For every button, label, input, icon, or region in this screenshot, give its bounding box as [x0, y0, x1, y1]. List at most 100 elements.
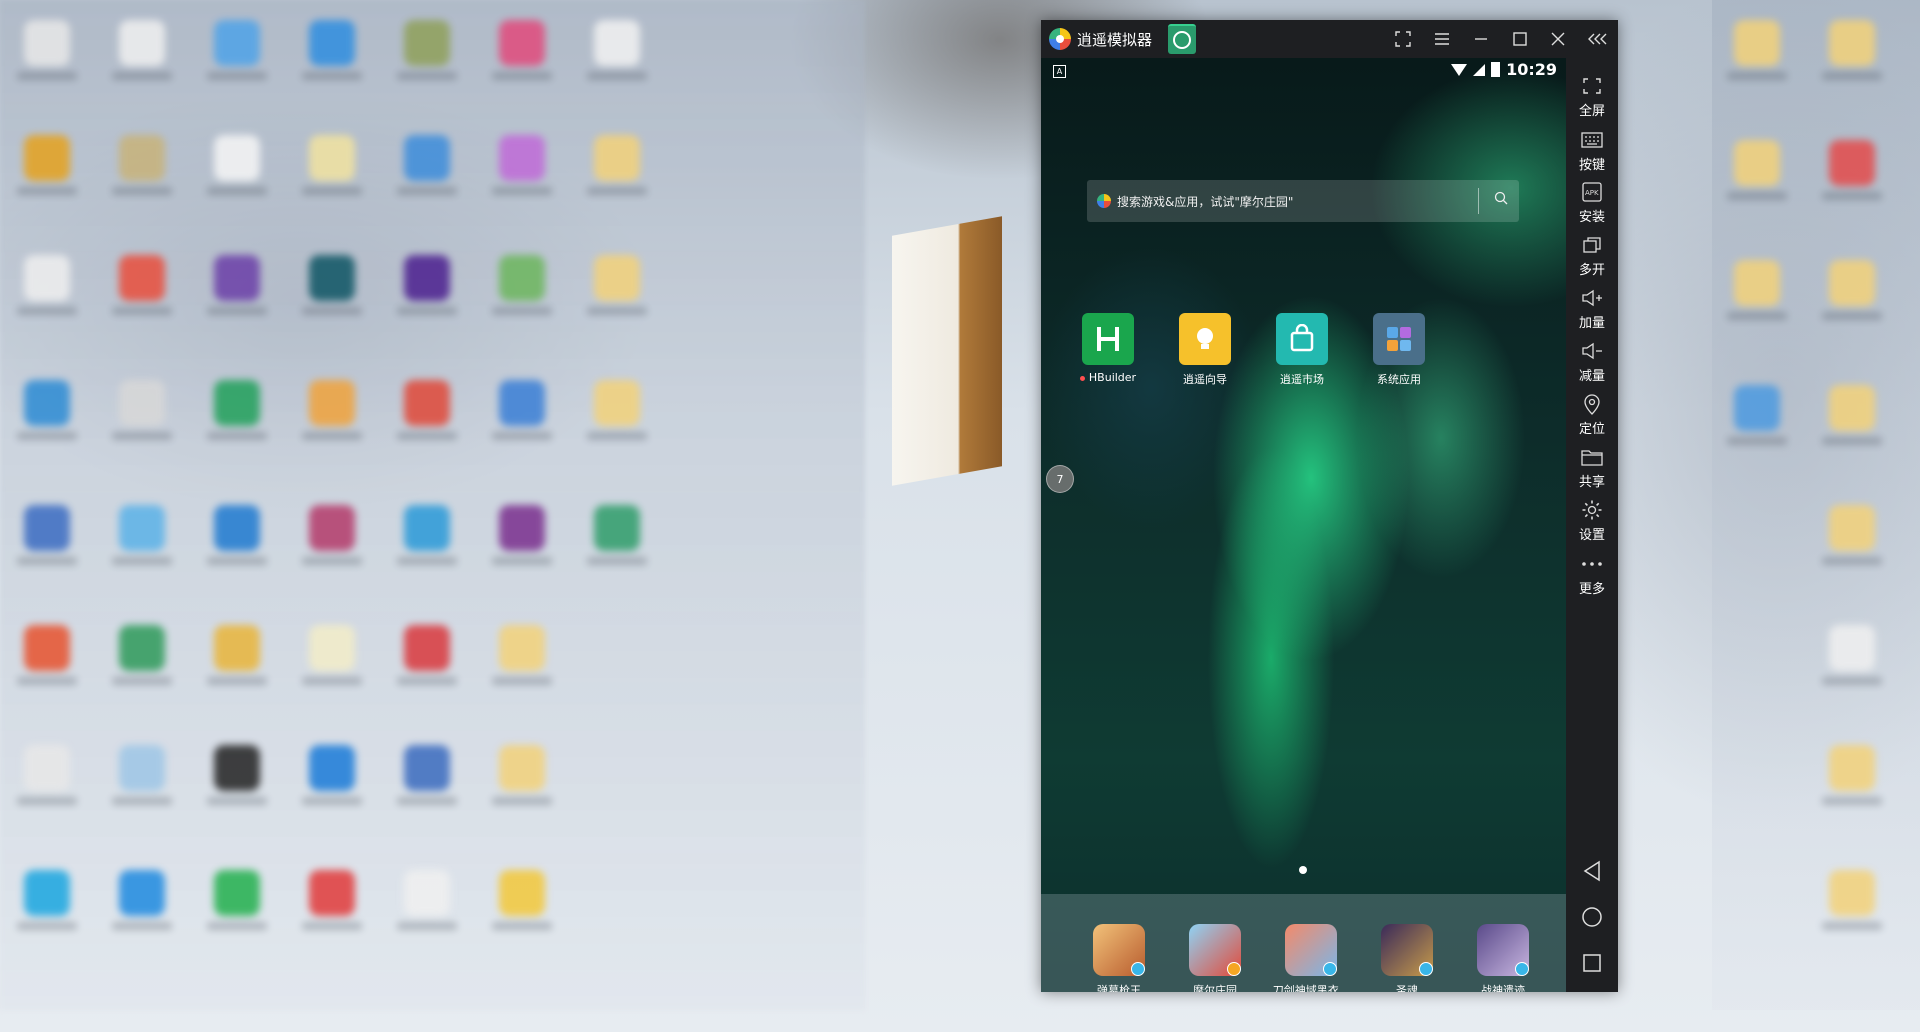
desktop-icon[interactable] — [105, 625, 179, 685]
desktop-icon[interactable] — [390, 20, 464, 80]
desktop-icon[interactable] — [390, 505, 464, 565]
emulator-tab[interactable] — [1168, 24, 1197, 54]
close-button[interactable] — [1541, 20, 1575, 58]
desktop-icon[interactable] — [10, 870, 84, 930]
sidebar-item-volume-up[interactable]: 加量 — [1566, 286, 1618, 331]
collapse-sidebar-button[interactable] — [1581, 20, 1615, 58]
desktop-icon[interactable] — [485, 380, 559, 440]
desktop-icon[interactable] — [10, 255, 84, 315]
desktop-icon[interactable] — [390, 135, 464, 195]
desktop-icon[interactable] — [390, 870, 464, 930]
desktop-icon[interactable] — [295, 135, 369, 195]
desktop-icon[interactable] — [105, 870, 179, 930]
search-button[interactable] — [1491, 191, 1511, 211]
desktop-icon[interactable] — [200, 135, 274, 195]
desktop-icon[interactable] — [1720, 260, 1794, 320]
desktop-icon[interactable] — [485, 135, 559, 195]
dock-app[interactable]: 战神遗迹 — [1475, 924, 1531, 992]
android-screen[interactable]: A 10:29 搜索游戏&应用，试试"摩尔庄园" HBuilder 逍遥向导 逍… — [1041, 58, 1566, 992]
desktop-icon[interactable] — [580, 505, 654, 565]
desktop-icon[interactable] — [10, 135, 84, 195]
minimize-button[interactable] — [1464, 20, 1498, 58]
desktop-icon[interactable] — [580, 380, 654, 440]
desktop-icon[interactable] — [295, 745, 369, 805]
desktop-icon[interactable] — [485, 745, 559, 805]
desktop-icon[interactable] — [10, 745, 84, 805]
desktop-icon[interactable] — [295, 625, 369, 685]
desktop-icon[interactable] — [1815, 260, 1889, 320]
desktop-icon[interactable] — [200, 380, 274, 440]
desktop-icon[interactable] — [1815, 625, 1889, 685]
app-folder-icon — [1373, 313, 1425, 365]
app-market[interactable]: 逍遥市场 — [1275, 313, 1329, 387]
sidebar-item-settings[interactable]: 设置 — [1566, 498, 1618, 543]
floating-assistant-ball[interactable]: 7 — [1046, 465, 1074, 493]
desktop-icon[interactable] — [200, 745, 274, 805]
sidebar-item-share[interactable]: 共享 — [1566, 445, 1618, 490]
sidebar-item-more[interactable]: 更多 — [1566, 552, 1618, 597]
desktop-icon[interactable] — [1815, 140, 1889, 200]
desktop-icon[interactable] — [10, 625, 84, 685]
desktop-icon[interactable] — [200, 625, 274, 685]
desktop-icon[interactable] — [105, 20, 179, 80]
sidebar-item-fullscreen[interactable]: 全屏 — [1566, 74, 1618, 119]
dock-app[interactable]: 圣魂 — [1379, 924, 1435, 992]
desktop-icon[interactable] — [105, 380, 179, 440]
dock-app[interactable]: 刀剑神域黑衣... — [1273, 924, 1349, 992]
desktop-icon[interactable] — [1815, 385, 1889, 445]
desktop-icon[interactable] — [485, 20, 559, 80]
desktop-icon[interactable] — [295, 20, 369, 80]
screenshot-frame-button[interactable] — [1386, 20, 1420, 58]
desktop-icon[interactable] — [1720, 140, 1794, 200]
dock-app[interactable]: 摩尔庄园 — [1187, 924, 1243, 992]
desktop-icon[interactable] — [10, 380, 84, 440]
desktop-icon[interactable] — [485, 505, 559, 565]
desktop-icon[interactable] — [10, 20, 84, 80]
desktop-icon[interactable] — [200, 255, 274, 315]
desktop-icon[interactable] — [105, 745, 179, 805]
desktop-icon[interactable] — [1815, 20, 1889, 80]
sidebar-item-multi-instance[interactable]: 多开 — [1566, 233, 1618, 278]
desktop-icon[interactable] — [580, 255, 654, 315]
desktop-icon[interactable] — [485, 870, 559, 930]
desktop-icon[interactable] — [200, 870, 274, 930]
app-system-apps[interactable]: 系统应用 — [1372, 313, 1426, 387]
desktop-icon[interactable] — [580, 20, 654, 80]
desktop-icon[interactable] — [390, 745, 464, 805]
dock-app[interactable]: 弹幕枪王 — [1091, 924, 1147, 992]
app-hbuilder[interactable]: HBuilder — [1079, 313, 1136, 387]
menu-button[interactable] — [1425, 20, 1459, 58]
sidebar-item-install[interactable]: APK 安装 — [1566, 180, 1618, 225]
desktop-icon[interactable] — [485, 625, 559, 685]
desktop-icon[interactable] — [105, 135, 179, 195]
desktop-icon[interactable] — [580, 135, 654, 195]
desktop-icon[interactable] — [390, 255, 464, 315]
search-bar[interactable]: 搜索游戏&应用，试试"摩尔庄园" — [1087, 180, 1519, 222]
desktop-icon[interactable] — [1815, 505, 1889, 565]
nav-recents-button[interactable] — [1579, 950, 1605, 976]
sidebar-item-location[interactable]: 定位 — [1566, 392, 1618, 437]
app-guide[interactable]: 逍遥向导 — [1178, 313, 1232, 387]
sidebar-item-keymap[interactable]: 按键 — [1566, 128, 1618, 173]
desktop-icon[interactable] — [105, 255, 179, 315]
desktop-icon[interactable] — [1815, 745, 1889, 805]
desktop-icon[interactable] — [105, 505, 179, 565]
maximize-button[interactable] — [1503, 20, 1537, 58]
nav-home-button[interactable] — [1579, 904, 1605, 930]
desktop-icon[interactable] — [295, 870, 369, 930]
desktop-icon[interactable] — [295, 505, 369, 565]
desktop-icon[interactable] — [295, 255, 369, 315]
desktop-icon[interactable] — [200, 505, 274, 565]
sidebar-item-volume-down[interactable]: 减量 — [1566, 339, 1618, 384]
desktop-icon[interactable] — [390, 380, 464, 440]
desktop-icon[interactable] — [295, 380, 369, 440]
desktop-icon[interactable] — [1720, 385, 1794, 445]
desktop-icon[interactable] — [390, 625, 464, 685]
desktop-icon[interactable] — [200, 20, 274, 80]
desktop-icon[interactable] — [1720, 20, 1794, 80]
nav-back-button[interactable] — [1579, 858, 1605, 884]
desktop-icon[interactable] — [485, 255, 559, 315]
title-bar[interactable]: 逍遥模拟器 — [1041, 20, 1618, 58]
desktop-icon[interactable] — [1815, 870, 1889, 930]
desktop-icon[interactable] — [10, 505, 84, 565]
